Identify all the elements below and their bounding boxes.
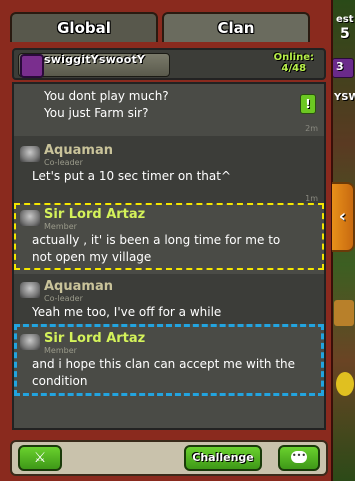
message-line: not open my village [32, 250, 152, 264]
chat-messages[interactable]: You dont play much? You just Farm sir? !… [12, 82, 326, 430]
chat-message: Aquaman Co-leader Yeah me too, I've off … [14, 274, 324, 324]
message-role: Member [44, 222, 77, 231]
message-sender[interactable]: Sir Lord Artaz [44, 204, 324, 222]
side-label-2: 3 [336, 60, 344, 73]
online-status: Online: 4/48 [274, 52, 314, 74]
message-sender[interactable]: Aquaman [44, 136, 324, 158]
message-role: Co-leader [44, 294, 83, 303]
swords-icon: ⚔ [33, 450, 47, 466]
online-count: 4/48 [281, 63, 307, 74]
chat-message: Aquaman Co-leader Let's put a 10 sec tim… [14, 136, 324, 204]
clan-chat-panel: Global Clan swiggitYswootY Online: 4/48 … [0, 0, 333, 481]
message-line: condition [32, 374, 88, 388]
avatar-icon [20, 146, 40, 162]
message-line: Yeah me too, I've off for a while [32, 305, 222, 319]
chat-message: You dont play much? You just Farm sir? !… [14, 84, 324, 136]
message-line: actually , it' is been a long time for m… [32, 233, 281, 247]
chat-message: Sir Lord Artaz Member and i hope this cl… [14, 326, 324, 398]
message-time: 1m [305, 194, 318, 203]
message-time: 2m [305, 124, 318, 133]
clan-name: swiggitYswootY [44, 53, 146, 66]
avatar-icon [20, 210, 40, 226]
chat-message: Sir Lord Artaz Member actually , it' is … [14, 204, 324, 270]
avatar-icon [20, 282, 40, 298]
message-line: You just Farm sir? [44, 106, 149, 120]
message-role: Co-leader [44, 158, 83, 167]
tab-global[interactable]: Global [10, 12, 158, 42]
side-label-3: YSW [334, 92, 355, 103]
message-role: Member [44, 346, 77, 355]
collapse-chat-button[interactable]: ‹ [332, 182, 355, 252]
friendly-battle-button[interactable]: ⚔ [18, 445, 62, 471]
tab-clan[interactable]: Clan [162, 12, 310, 42]
speech-bubble-icon: ••• [291, 451, 307, 463]
message-line: Let's put a 10 sec timer on that^ [32, 169, 232, 183]
chat-bottom-bar: ⚔ Challenge ••• [10, 440, 328, 476]
message-sender[interactable]: Aquaman [44, 274, 324, 294]
clan-badge-icon [20, 54, 44, 78]
chat-tabs: Global Clan [10, 12, 310, 42]
side-gold-icon [336, 372, 354, 396]
clan-info-bar: swiggitYswootY Online: 4/48 [12, 48, 326, 80]
message-sender[interactable]: Sir Lord Artaz [44, 326, 324, 346]
side-top-label: est [336, 14, 354, 25]
side-top-value: 5 [340, 26, 350, 42]
alert-icon[interactable]: ! [300, 94, 316, 114]
chat-input-button[interactable]: ••• [278, 445, 320, 471]
message-line: and i hope this clan can accept me with … [32, 357, 296, 371]
avatar-icon [20, 334, 40, 350]
challenge-button[interactable]: Challenge [184, 445, 262, 471]
message-line: You dont play much? [44, 89, 169, 103]
online-label: Online: [273, 52, 314, 63]
side-building-icon [334, 300, 354, 326]
